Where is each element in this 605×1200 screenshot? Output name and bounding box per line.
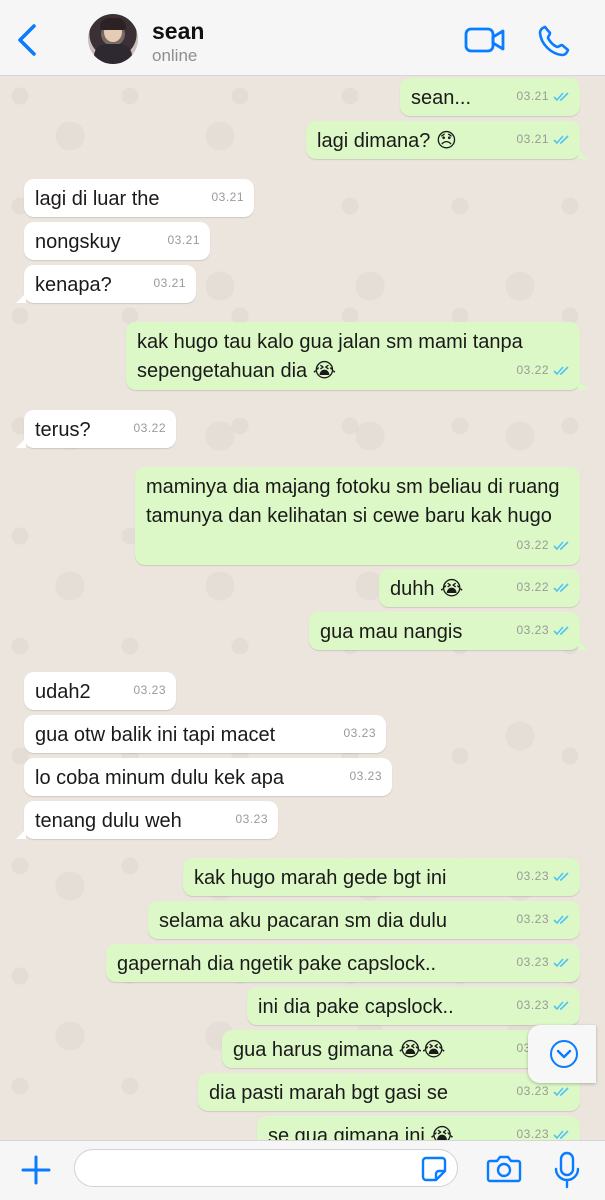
message-outgoing[interactable]: selama aku pacaran sm dia dulu 03.23 bbox=[148, 901, 580, 939]
message-time: 03.23 bbox=[343, 726, 376, 740]
read-receipt-icon bbox=[553, 915, 569, 925]
message-incoming[interactable]: gua otw balik ini tapi macet 03.23 bbox=[24, 715, 386, 753]
message-input[interactable] bbox=[74, 1149, 458, 1187]
message-time: 03.21 bbox=[167, 233, 200, 247]
message-outgoing[interactable]: sean... 03.21 bbox=[400, 78, 580, 116]
message-time: 03.23 bbox=[349, 769, 382, 783]
message-outgoing[interactable]: ini dia pake capslock.. 03.23 bbox=[247, 987, 580, 1025]
chevron-down-circle-icon bbox=[550, 1040, 578, 1068]
message-text: selama aku pacaran sm dia dulu bbox=[159, 910, 447, 932]
message-time: 03.23 bbox=[133, 683, 166, 697]
message-incoming[interactable]: lo coba minum dulu kek apa 03.23 bbox=[24, 758, 392, 796]
message-incoming[interactable]: terus? 03.22 bbox=[16, 410, 176, 448]
phone-icon[interactable] bbox=[537, 24, 571, 58]
message-time: 03.23 bbox=[516, 912, 549, 926]
microphone-icon[interactable] bbox=[554, 1151, 580, 1189]
message-time: 03.21 bbox=[153, 276, 186, 290]
chat-header: sean online bbox=[0, 0, 605, 76]
sticker-icon[interactable] bbox=[421, 1156, 447, 1182]
message-time: 03.23 bbox=[516, 623, 549, 637]
message-incoming[interactable]: tenang dulu weh 03.23 bbox=[16, 801, 278, 839]
message-time: 03.23 bbox=[516, 955, 549, 969]
message-outgoing[interactable]: lagi dimana? 😞 03.21 bbox=[306, 121, 588, 159]
message-outgoing[interactable]: se gua gimana ini 😭 03.23 bbox=[257, 1116, 580, 1140]
message-time: 03.22 bbox=[516, 538, 549, 552]
message-time: 03.23 bbox=[516, 869, 549, 883]
message-outgoing[interactable]: gua harus gimana 😭😭03.23 bbox=[222, 1030, 580, 1068]
message-time: 03.22 bbox=[516, 580, 549, 594]
message-time: 03.23 bbox=[516, 998, 549, 1012]
message-outgoing[interactable]: gua mau nangis 03.23 bbox=[309, 612, 588, 650]
read-receipt-icon bbox=[553, 872, 569, 882]
message-time: 03.23 bbox=[516, 1127, 549, 1140]
read-receipt-icon bbox=[553, 135, 569, 145]
read-receipt-icon bbox=[553, 1130, 569, 1140]
read-receipt-icon bbox=[553, 958, 569, 968]
message-time: 03.22 bbox=[133, 421, 166, 435]
contact-name[interactable]: sean bbox=[152, 18, 204, 45]
read-receipt-icon bbox=[553, 1001, 569, 1011]
scroll-to-bottom-button[interactable] bbox=[528, 1025, 596, 1083]
message-incoming[interactable]: kenapa? 03.21 bbox=[16, 265, 196, 303]
message-text: kak hugo marah gede bgt ini bbox=[194, 867, 447, 889]
read-receipt-icon bbox=[553, 366, 569, 376]
avatar-hair bbox=[100, 18, 126, 30]
message-incoming[interactable]: nongskuy 03.21 bbox=[24, 222, 210, 260]
message-text: tenang dulu weh bbox=[35, 810, 182, 832]
message-time: 03.23 bbox=[235, 812, 268, 826]
plus-icon[interactable] bbox=[20, 1154, 52, 1186]
read-receipt-icon bbox=[553, 1087, 569, 1097]
message-time: 03.21 bbox=[516, 132, 549, 146]
read-receipt-icon bbox=[553, 583, 569, 593]
camera-icon[interactable] bbox=[486, 1154, 522, 1184]
read-receipt-icon bbox=[553, 541, 569, 551]
message-outgoing[interactable]: gapernah dia ngetik pake capslock.. 03.23 bbox=[106, 944, 580, 982]
message-time: 03.22 bbox=[516, 363, 549, 377]
contact-status: online bbox=[152, 46, 198, 65]
message-time: 03.21 bbox=[211, 190, 244, 204]
message-text: gua otw balik ini tapi macet bbox=[35, 724, 276, 746]
avatar[interactable] bbox=[88, 14, 138, 64]
message-outgoing[interactable]: duhh 😭 03.22 bbox=[379, 569, 580, 607]
message-incoming[interactable]: udah2 03.23 bbox=[24, 672, 176, 710]
message-outgoing[interactable]: dia pasti marah bgt gasi se 03.23 bbox=[198, 1073, 580, 1111]
chevron-left-icon[interactable] bbox=[14, 22, 42, 58]
message-outgoing[interactable]: maminya dia majang fotoku sm beliau di r… bbox=[135, 467, 580, 565]
video-camera-icon[interactable] bbox=[464, 24, 506, 56]
avatar-shirt bbox=[94, 44, 132, 64]
composer-bar bbox=[0, 1140, 605, 1200]
message-text: gapernah dia ngetik pake capslock.. bbox=[117, 953, 437, 975]
read-receipt-icon bbox=[553, 92, 569, 102]
message-time: 03.21 bbox=[516, 89, 549, 103]
message-outgoing[interactable]: kak hugo marah gede bgt ini 03.23 bbox=[183, 858, 580, 896]
message-incoming[interactable]: lagi di luar the 03.21 bbox=[24, 179, 254, 217]
message-text: maminya dia majang fotoku sm beliau di r… bbox=[146, 476, 566, 527]
message-text: kak hugo tau kalo gua jalan sm mami tanp… bbox=[137, 331, 529, 382]
read-receipt-icon bbox=[553, 626, 569, 636]
message-text: lo coba minum dulu kek apa bbox=[35, 767, 285, 789]
message-outgoing[interactable]: kak hugo tau kalo gua jalan sm mami tanp… bbox=[126, 322, 588, 390]
chat-area[interactable]: sean... 03.21 lagi dimana? 😞 03.21 lagi di… bbox=[0, 76, 605, 1140]
